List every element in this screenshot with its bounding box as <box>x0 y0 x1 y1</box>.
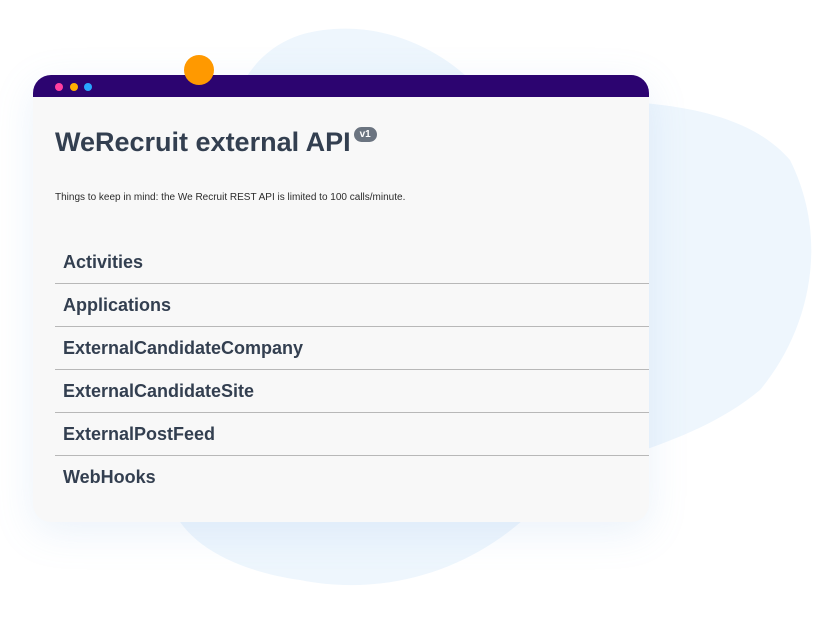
section-label: ExternalCandidateCompany <box>63 337 304 358</box>
section-applications[interactable]: Applications <box>55 284 649 327</box>
section-label: Activities <box>63 251 144 272</box>
section-activities[interactable]: Activities <box>55 241 649 284</box>
version-badge: v1 <box>353 127 377 142</box>
minimize-dot[interactable] <box>70 83 78 91</box>
section-external-candidate-site[interactable]: ExternalCandidateSite <box>55 370 649 413</box>
section-label: Applications <box>63 294 172 315</box>
section-external-post-feed[interactable]: ExternalPostFeed <box>55 413 649 456</box>
page-header: WeRecruit external API v1 <box>55 125 377 159</box>
close-dot[interactable] <box>55 83 63 91</box>
window-titlebar <box>33 75 649 97</box>
api-section-list: Activities Applications ExternalCandidat… <box>55 241 649 499</box>
section-label: ExternalCandidateSite <box>63 380 255 401</box>
api-docs-window: WeRecruit external API v1 Things to keep… <box>33 75 649 522</box>
section-webhooks[interactable]: WebHooks <box>55 456 649 499</box>
section-label: ExternalPostFeed <box>63 423 216 444</box>
section-label: WebHooks <box>63 467 156 487</box>
rate-limit-note: Things to keep in mind: the We Recruit R… <box>55 192 406 203</box>
maximize-dot[interactable] <box>84 83 92 91</box>
section-external-candidate-company[interactable]: ExternalCandidateCompany <box>55 327 649 370</box>
decorative-orange-circle <box>184 55 214 85</box>
page-title: WeRecruit external API <box>55 127 351 157</box>
